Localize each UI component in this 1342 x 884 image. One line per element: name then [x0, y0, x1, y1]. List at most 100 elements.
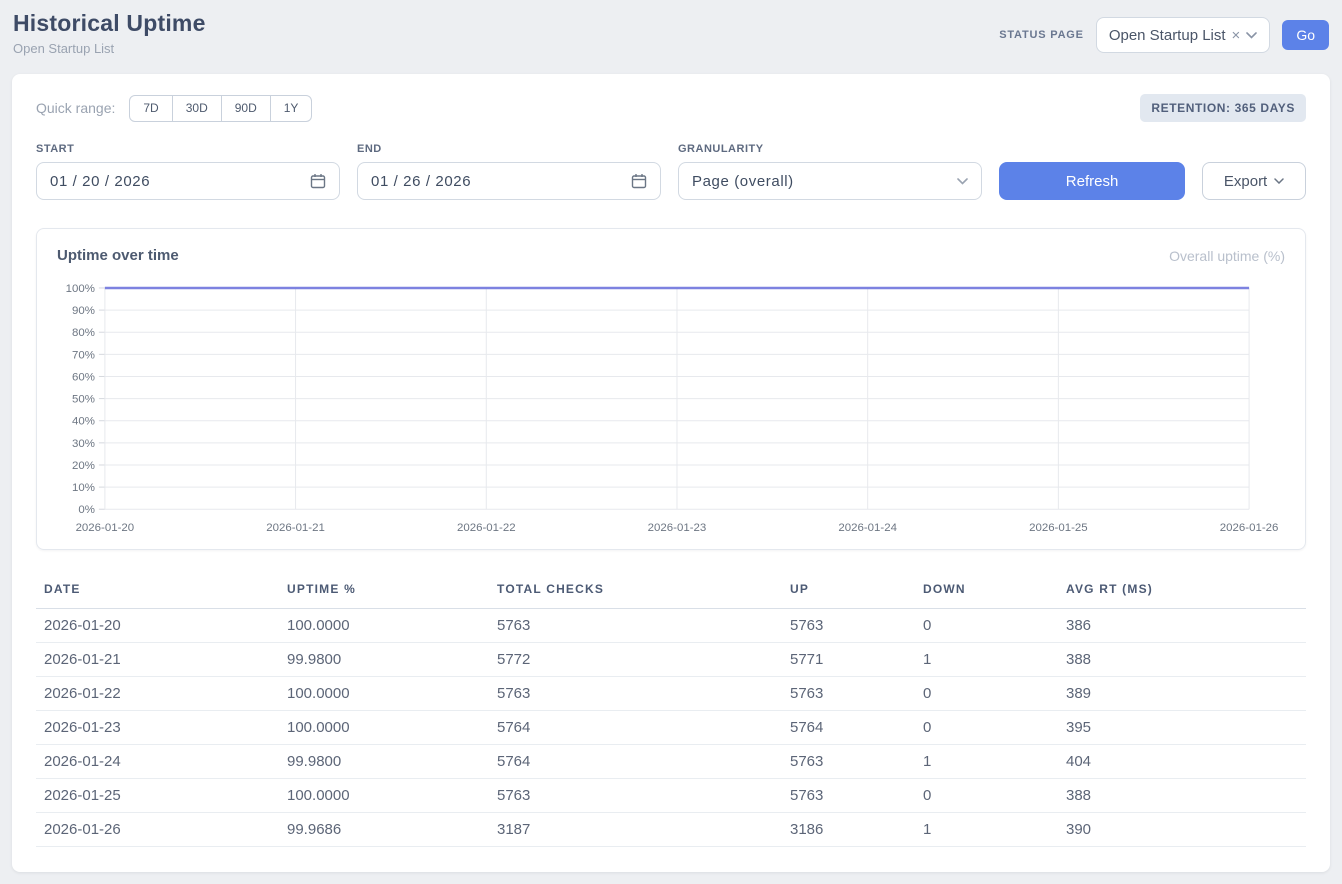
- column-header: DATE: [36, 574, 279, 609]
- quick-range-row: Quick range: 7D30D90D1Y RETENTION: 365 D…: [36, 94, 1306, 122]
- status-page-label: STATUS PAGE: [999, 29, 1084, 41]
- table-cell: 0: [915, 609, 1058, 643]
- header-actions: STATUS PAGE Open Startup List × Go: [999, 17, 1329, 53]
- svg-text:70%: 70%: [72, 349, 95, 361]
- chart-legend: Overall uptime (%): [1169, 248, 1285, 264]
- table-cell: 5763: [782, 609, 915, 643]
- page-subtitle: Open Startup List: [13, 41, 206, 56]
- table-cell: 0: [915, 677, 1058, 711]
- table-cell: 100.0000: [279, 609, 489, 643]
- end-date-value: 01 / 26 / 2026: [371, 173, 471, 190]
- chevron-down-icon: [1246, 32, 1257, 39]
- svg-text:2026-01-24: 2026-01-24: [838, 522, 897, 534]
- granularity-field: GRANULARITY Page (overall): [678, 143, 982, 200]
- quick-range-group: 7D30D90D1Y: [129, 95, 312, 122]
- table-row: 2026-01-25100.0000576357630388: [36, 779, 1306, 813]
- table-cell: 0: [915, 779, 1058, 813]
- table-cell: 2026-01-21: [36, 643, 279, 677]
- refresh-button[interactable]: Refresh: [999, 162, 1185, 200]
- table-cell: 386: [1058, 609, 1306, 643]
- table-row: 2026-01-22100.0000576357630389: [36, 677, 1306, 711]
- svg-text:40%: 40%: [72, 416, 95, 428]
- svg-text:10%: 10%: [72, 482, 95, 494]
- header-titles: Historical Uptime Open Startup List: [13, 10, 206, 56]
- quick-range-30d-button[interactable]: 30D: [172, 95, 222, 122]
- chevron-down-icon: [1274, 178, 1284, 184]
- table-cell: 5763: [782, 745, 915, 779]
- svg-text:2026-01-25: 2026-01-25: [1029, 522, 1088, 534]
- svg-text:60%: 60%: [72, 371, 95, 383]
- table-cell: 2026-01-24: [36, 745, 279, 779]
- end-date-input[interactable]: 01 / 26 / 2026: [357, 162, 661, 200]
- uptime-chart-card: Uptime over time Overall uptime (%) 100%…: [36, 228, 1306, 550]
- page-title: Historical Uptime: [13, 10, 206, 37]
- quick-range-7d-button[interactable]: 7D: [129, 95, 172, 122]
- chart-header: Uptime over time Overall uptime (%): [57, 247, 1285, 264]
- filters-row: START 01 / 20 / 2026 END 01 / 26 / 2026 …: [36, 143, 1306, 200]
- table-cell: 99.9800: [279, 643, 489, 677]
- table-cell: 2026-01-25: [36, 779, 279, 813]
- table-cell: 100.0000: [279, 677, 489, 711]
- uptime-line-chart: 100%90%80%70%60%50%40%30%20%10%0%2026-01…: [57, 278, 1285, 537]
- start-date-input[interactable]: 01 / 20 / 2026: [36, 162, 340, 200]
- calendar-icon[interactable]: [631, 173, 647, 189]
- export-button-label: Export: [1224, 173, 1267, 190]
- table-cell: 3186: [782, 813, 915, 847]
- table-cell: 99.9800: [279, 745, 489, 779]
- table-cell: 0: [915, 711, 1058, 745]
- table-cell: 5772: [489, 643, 782, 677]
- retention-badge: RETENTION: 365 DAYS: [1140, 94, 1306, 122]
- calendar-icon[interactable]: [310, 173, 326, 189]
- quick-range-label: Quick range:: [36, 100, 115, 116]
- column-header: TOTAL CHECKS: [489, 574, 782, 609]
- chevron-down-icon: [957, 178, 968, 185]
- quick-range-90d-button[interactable]: 90D: [221, 95, 271, 122]
- table-header: DATEUPTIME %TOTAL CHECKSUPDOWNAVG RT (MS…: [36, 574, 1306, 609]
- svg-text:80%: 80%: [72, 327, 95, 339]
- table-row: 2026-01-2199.9800577257711388: [36, 643, 1306, 677]
- table-cell: 388: [1058, 643, 1306, 677]
- svg-text:90%: 90%: [72, 305, 95, 317]
- svg-text:2026-01-22: 2026-01-22: [457, 522, 516, 534]
- export-button[interactable]: Export: [1202, 162, 1306, 200]
- granularity-select[interactable]: Page (overall): [678, 162, 982, 200]
- table-row: 2026-01-23100.0000576457640395: [36, 711, 1306, 745]
- table-cell: 390: [1058, 813, 1306, 847]
- column-header: UP: [782, 574, 915, 609]
- uptime-table: DATEUPTIME %TOTAL CHECKSUPDOWNAVG RT (MS…: [36, 574, 1306, 847]
- table-cell: 5763: [489, 609, 782, 643]
- table-cell: 100.0000: [279, 779, 489, 813]
- table-cell: 2026-01-23: [36, 711, 279, 745]
- uptime-chart-svg: 100%90%80%70%60%50%40%30%20%10%0%2026-01…: [57, 278, 1285, 537]
- table-cell: 388: [1058, 779, 1306, 813]
- table-cell: 395: [1058, 711, 1306, 745]
- page-header: Historical Uptime Open Startup List STAT…: [0, 0, 1342, 72]
- column-header: AVG RT (MS): [1058, 574, 1306, 609]
- table-cell: 5763: [782, 779, 915, 813]
- status-page-selected-value: Open Startup List: [1109, 27, 1226, 44]
- svg-text:2026-01-20: 2026-01-20: [76, 522, 135, 534]
- svg-text:2026-01-23: 2026-01-23: [648, 522, 707, 534]
- table-row: 2026-01-2499.9800576457631404: [36, 745, 1306, 779]
- clear-selection-icon[interactable]: ×: [1232, 28, 1241, 43]
- go-button[interactable]: Go: [1282, 20, 1329, 50]
- table-cell: 5763: [489, 677, 782, 711]
- table-cell: 5764: [489, 711, 782, 745]
- svg-text:2026-01-21: 2026-01-21: [266, 522, 325, 534]
- status-page-select[interactable]: Open Startup List ×: [1096, 17, 1271, 53]
- table-cell: 5771: [782, 643, 915, 677]
- table-cell: 5764: [782, 711, 915, 745]
- table-cell: 2026-01-20: [36, 609, 279, 643]
- table-cell: 5763: [489, 779, 782, 813]
- column-header: DOWN: [915, 574, 1058, 609]
- svg-text:50%: 50%: [72, 394, 95, 406]
- table-cell: 100.0000: [279, 711, 489, 745]
- svg-text:30%: 30%: [72, 438, 95, 450]
- table-header-row: DATEUPTIME %TOTAL CHECKSUPDOWNAVG RT (MS…: [36, 574, 1306, 609]
- svg-text:20%: 20%: [72, 460, 95, 472]
- table-cell: 404: [1058, 745, 1306, 779]
- table-row: 2026-01-2699.9686318731861390: [36, 813, 1306, 847]
- quick-range-1y-button[interactable]: 1Y: [270, 95, 313, 122]
- table-cell: 389: [1058, 677, 1306, 711]
- granularity-selected-value: Page (overall): [692, 173, 794, 190]
